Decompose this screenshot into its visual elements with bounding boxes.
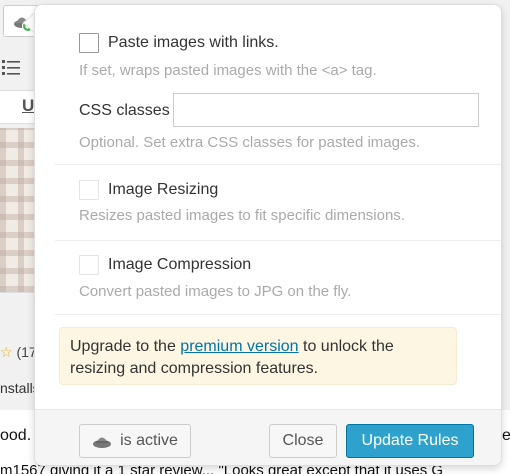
compression-section: Image Compression Convert pasted images … [55,241,501,315]
image-compression-option[interactable]: Image Compression [79,255,251,275]
image-compression-label: Image Compression [108,256,252,273]
close-button[interactable]: Close [269,424,337,458]
upgrade-notice: Upgrade to the premium version to unlock… [59,327,457,385]
paste-links-label: Paste images with links. [108,34,279,51]
image-resizing-checkbox[interactable] [79,180,99,200]
review-text-line-right: e [502,427,510,444]
underline-button[interactable]: U [22,96,34,116]
links-section: Paste images with links. If set, wraps p… [55,5,501,165]
premium-version-link[interactable]: premium version [180,338,298,355]
image-resizing-label: Image Resizing [108,181,219,198]
paste-links-help: If set, wraps pasted images with the <a>… [79,62,377,79]
css-classes-help: Optional. Set extra CSS classes for past… [79,134,420,151]
image-compression-checkbox[interactable] [79,255,99,275]
notice-prefix: Upgrade to the [70,338,181,355]
update-rules-button[interactable]: Update Rules [346,424,474,458]
star-icon: ☆ [0,344,13,360]
bulleted-list-icon[interactable] [2,58,20,76]
paste-links-checkbox[interactable] [79,33,99,53]
css-classes-label: CSS classes [79,102,170,119]
popup-body: Paste images with links. If set, wraps p… [55,5,501,315]
resizing-section: Image Resizing Resizes pasted images to … [55,165,501,241]
plugin-status-label: is active [120,432,178,449]
popup-footer: is active Close Update Rules [35,409,501,465]
image-resizing-option[interactable]: Image Resizing [79,180,218,200]
image-resizing-help: Resizes pasted images to fit specific di… [79,207,405,224]
image-compression-help: Convert pasted images to JPG on the fly. [79,283,352,300]
css-classes-input[interactable] [173,93,479,127]
paste-settings-popup: Paste images with links. If set, wraps p… [34,4,502,466]
paste-links-option[interactable]: Paste images with links. [79,33,279,53]
plugin-status-button[interactable]: is active [79,424,191,458]
hat-icon [93,437,112,448]
